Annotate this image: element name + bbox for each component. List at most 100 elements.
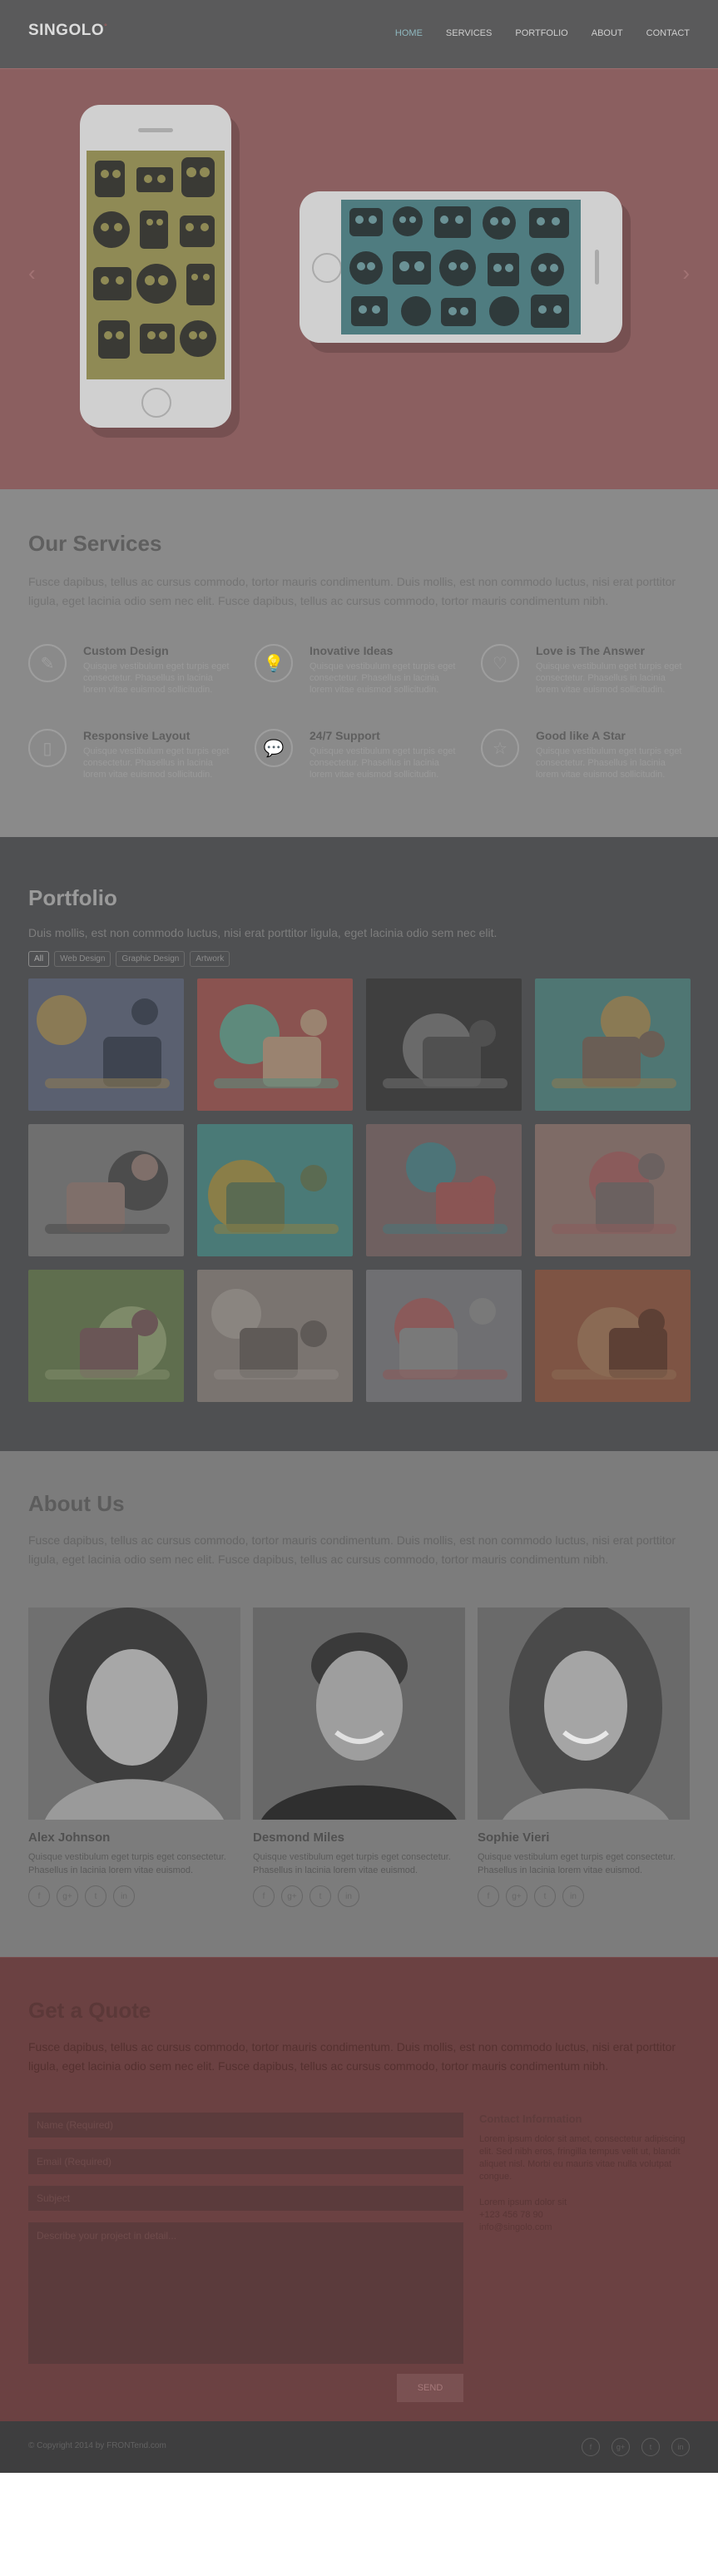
facebook-icon[interactable]: f xyxy=(28,1885,50,1907)
portfolio-item[interactable] xyxy=(197,1270,353,1402)
portrait-image xyxy=(478,1608,690,1820)
contact-info-title: Contact Information xyxy=(479,2113,582,2125)
portfolio-artwork xyxy=(214,1004,339,1088)
linkedin-icon[interactable]: in xyxy=(113,1885,135,1907)
project-description-textarea[interactable]: Describe your project in detail... xyxy=(28,2222,463,2364)
services-title: Our Services xyxy=(28,531,162,556)
about-section: About Us Fusce dapibus, tellus ac cursus… xyxy=(0,1451,718,1957)
email-field[interactable]: Email (Required) xyxy=(28,2149,463,2174)
horizontal-phone[interactable] xyxy=(300,191,622,343)
portfolio-artwork xyxy=(211,1289,339,1380)
filter-all[interactable]: All xyxy=(28,951,50,967)
phone-home-button xyxy=(141,388,171,418)
filter-web-design[interactable]: Web Design xyxy=(54,951,111,967)
subject-field[interactable]: Subject xyxy=(28,2186,463,2211)
footer-social: f g+ t in xyxy=(582,2438,690,2456)
quote-intro: Fusce dapibus, tellus ac cursus commodo,… xyxy=(28,2040,676,2073)
member-social: f g+ t in xyxy=(253,1885,359,1907)
twitter-icon[interactable]: t xyxy=(85,1885,106,1907)
portfolio-item[interactable] xyxy=(366,1124,522,1256)
phone-speaker xyxy=(138,128,173,132)
phone-speaker xyxy=(595,250,599,285)
service-title: Love is The Answer xyxy=(536,644,645,657)
portfolio-item[interactable] xyxy=(535,978,691,1111)
portfolio-filters: All Web Design Graphic Design Artwork xyxy=(28,951,230,967)
footer: © Copyright 2014 by FRONTend.com f g+ t … xyxy=(0,2421,718,2473)
service-title: Custom Design xyxy=(83,644,169,657)
google-plus-icon[interactable]: g+ xyxy=(506,1885,527,1907)
star-icon: ☆ xyxy=(481,729,519,767)
horizontal-phone-screen xyxy=(341,200,581,334)
member-name: Desmond Miles xyxy=(253,1830,345,1845)
vertical-phone-screen xyxy=(87,151,225,379)
portfolio-artwork xyxy=(37,995,170,1088)
portfolio-item[interactable] xyxy=(28,1270,184,1402)
main-nav: HOME SERVICES PORTFOLIO ABOUT CONTACT xyxy=(395,28,690,38)
contact-phone: +123 456 78 90 xyxy=(479,2210,543,2220)
service-title: 24/7 Support xyxy=(309,729,380,742)
header: SINGOLO° HOME SERVICES PORTFOLIO ABOUT C… xyxy=(0,0,718,68)
nav-item-contact[interactable]: CONTACT xyxy=(646,28,690,38)
member-name: Sophie Vieri xyxy=(478,1830,550,1845)
portrait-image xyxy=(28,1608,240,1820)
portfolio-item[interactable] xyxy=(366,978,522,1111)
logo[interactable]: SINGOLO° xyxy=(28,22,107,40)
portfolio-item[interactable] xyxy=(28,978,184,1111)
google-plus-icon[interactable]: g+ xyxy=(57,1885,78,1907)
tablet-icon: ▯ xyxy=(28,729,67,767)
vertical-phone[interactable] xyxy=(80,105,231,428)
filter-graphic-design[interactable]: Graphic Design xyxy=(116,951,186,967)
portfolio-artwork xyxy=(383,1013,508,1088)
name-field[interactable]: Name (Required) xyxy=(28,2113,463,2138)
member-name: Alex Johnson xyxy=(28,1830,111,1845)
nav-item-home[interactable]: HOME xyxy=(395,28,423,38)
nav-item-services[interactable]: SERVICES xyxy=(446,28,492,38)
pencil-icon: ✎ xyxy=(28,644,67,682)
member-description: Quisque vestibulum eget turpis eget cons… xyxy=(478,1852,676,1875)
logo-mark: ° xyxy=(104,22,108,31)
service-text: Quisque vestibulum eget turpis eget cons… xyxy=(83,746,230,780)
linkedin-icon[interactable]: in xyxy=(338,1885,359,1907)
services-intro: Fusce dapibus, tellus ac cursus commodo,… xyxy=(28,575,676,607)
service-title: Responsive Layout xyxy=(83,729,191,742)
member-photo xyxy=(478,1608,690,1820)
portfolio-item[interactable] xyxy=(366,1270,522,1402)
facebook-icon[interactable]: f xyxy=(253,1885,275,1907)
send-button[interactable]: SEND xyxy=(397,2374,463,2402)
portfolio-artwork xyxy=(45,1306,170,1380)
slider-prev-arrow[interactable]: ‹ xyxy=(28,260,36,286)
portfolio-item[interactable] xyxy=(535,1270,691,1402)
linkedin-icon[interactable]: in xyxy=(562,1885,584,1907)
copyright: © Copyright 2014 by FRONTend.com xyxy=(28,2441,166,2450)
contact-info: Contact Information Lorem ipsum dolor si… xyxy=(479,2113,690,2234)
service-title: Inovative Ideas xyxy=(309,644,394,657)
contact-address: Lorem ipsum dolor sit xyxy=(479,2197,567,2207)
portfolio-item[interactable] xyxy=(28,1124,184,1256)
twitter-icon[interactable]: t xyxy=(534,1885,556,1907)
facebook-icon[interactable]: f xyxy=(478,1885,499,1907)
contact-email[interactable]: info@singolo.com xyxy=(479,2222,690,2234)
twitter-icon[interactable]: t xyxy=(309,1885,331,1907)
service-text: Quisque vestibulum eget turpis eget cons… xyxy=(536,661,682,695)
member-photo xyxy=(28,1608,240,1820)
page: SINGOLO° HOME SERVICES PORTFOLIO ABOUT C… xyxy=(0,0,718,2576)
slider: ‹ › xyxy=(0,68,718,490)
twitter-icon[interactable]: t xyxy=(641,2438,660,2456)
portfolio-item[interactable] xyxy=(197,978,353,1111)
member-description: Quisque vestibulum eget turpis eget cons… xyxy=(253,1852,451,1875)
heart-icon: ♡ xyxy=(481,644,519,682)
member-photo xyxy=(253,1608,465,1820)
filter-artwork[interactable]: Artwork xyxy=(190,951,230,967)
nav-item-portfolio[interactable]: PORTFOLIO xyxy=(515,28,567,38)
facebook-icon[interactable]: f xyxy=(582,2438,600,2456)
portfolio-artwork xyxy=(552,1307,676,1380)
portfolio-item[interactable] xyxy=(535,1124,691,1256)
slider-next-arrow[interactable]: › xyxy=(682,260,690,286)
nav-item-about[interactable]: ABOUT xyxy=(592,28,623,38)
linkedin-icon[interactable]: in xyxy=(671,2438,690,2456)
google-plus-icon[interactable]: g+ xyxy=(281,1885,303,1907)
chat-icon: 💬 xyxy=(255,729,293,767)
google-plus-icon[interactable]: g+ xyxy=(612,2438,630,2456)
service-title: Good like A Star xyxy=(536,729,626,742)
portfolio-item[interactable] xyxy=(197,1124,353,1256)
